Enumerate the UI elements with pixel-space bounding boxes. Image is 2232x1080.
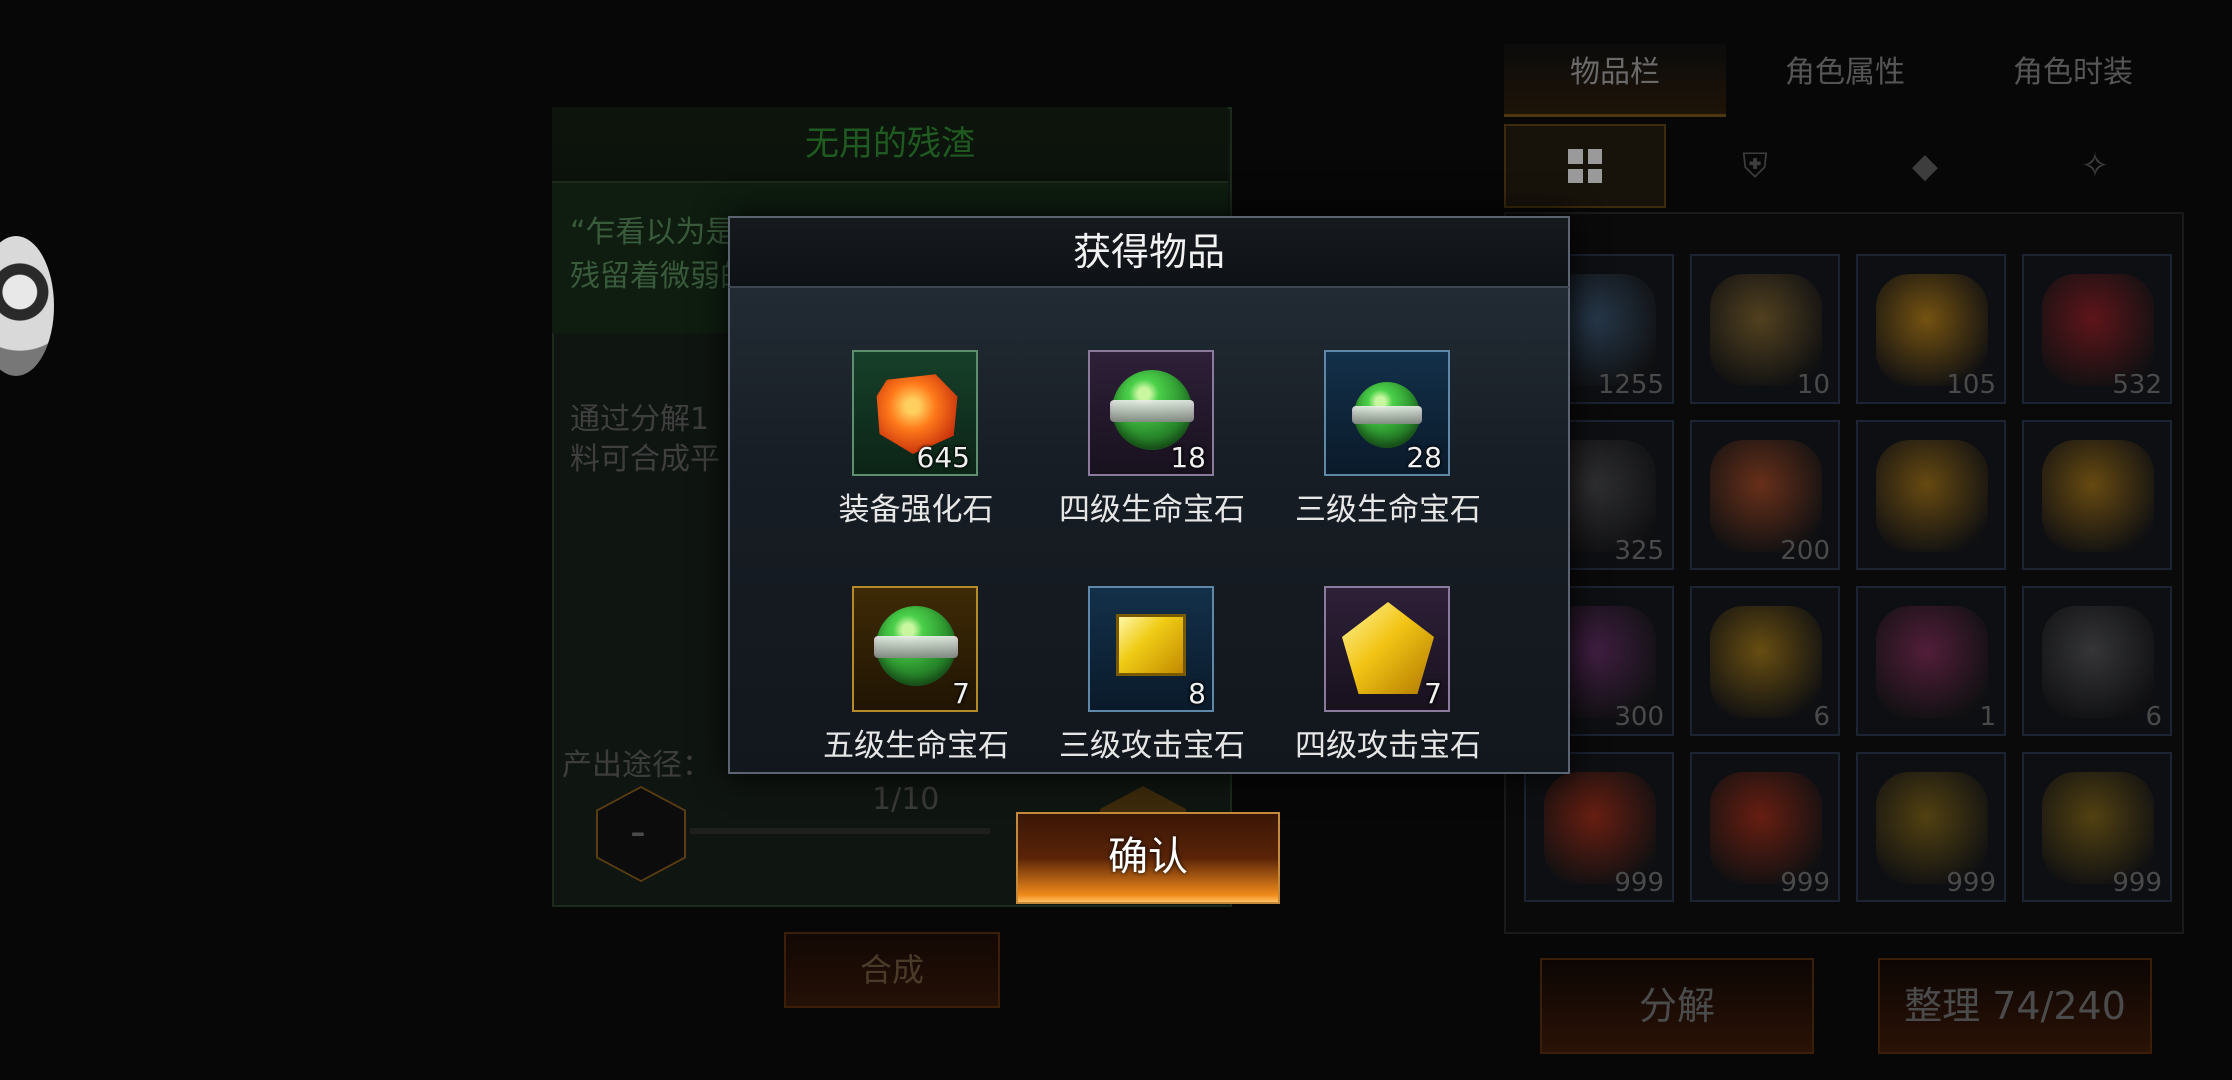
filter-all-button[interactable]	[1504, 124, 1666, 208]
reward-name: 装备强化石	[838, 492, 994, 528]
item-count: 10	[1796, 370, 1830, 400]
minus-icon: -	[630, 806, 646, 857]
reward-count: 28	[1406, 441, 1442, 474]
confirm-button[interactable]: 确认	[1016, 812, 1280, 904]
reward-item-frame: 645	[852, 350, 978, 476]
item-count: 999	[1614, 868, 1664, 898]
inventory-slot[interactable]: 1	[1856, 586, 2006, 736]
sort-button[interactable]: 整理 74/240	[1878, 958, 2152, 1054]
item-count: 6	[1813, 702, 1830, 732]
item-count: 325	[1614, 536, 1664, 566]
armor-icon: ⛨	[1742, 146, 1768, 186]
item-icon	[1876, 606, 1988, 718]
item-icon	[1876, 440, 1988, 552]
item-icon	[2042, 606, 2154, 718]
reward-name: 四级攻击宝石	[1295, 728, 1481, 764]
inventory-slot[interactable]: 999	[2022, 752, 2172, 902]
item-info-title: 无用的残渣	[552, 107, 1228, 183]
craft-button[interactable]: 合成	[784, 932, 1000, 1008]
reward-item-frame: 8	[1088, 586, 1214, 712]
quantity-slider[interactable]	[690, 828, 990, 834]
reward-count: 8	[1188, 677, 1206, 710]
tab-character-fashion[interactable]: 角色时装	[1962, 44, 2184, 114]
inventory-grid: 1255 10 105 532 325 200 300 6 1 6 999 999 999 999	[1504, 212, 2184, 934]
inventory-slot[interactable]: 999	[1856, 752, 2006, 902]
tab-inventory[interactable]: 物品栏	[1504, 44, 1726, 117]
quantity-value: 1/10	[872, 782, 940, 817]
inventory-slot[interactable]: 532	[2022, 254, 2172, 404]
reward-name: 三级生命宝石	[1295, 492, 1481, 528]
filter-gem-button[interactable]: ◆	[1844, 124, 2006, 208]
item-count: 300	[1614, 702, 1664, 732]
inventory-slot[interactable]	[2022, 420, 2172, 570]
reward-count: 18	[1170, 441, 1206, 474]
inventory-slot[interactable]: 105	[1856, 254, 2006, 404]
panda-avatar[interactable]	[0, 236, 54, 376]
life-gem-icon	[1352, 382, 1422, 448]
reward-item-frame: 7	[1324, 586, 1450, 712]
reward-name: 三级攻击宝石	[1059, 728, 1245, 764]
reward-count: 645	[916, 441, 970, 474]
item-count: 1	[1979, 702, 1996, 732]
life-gem-icon	[1110, 370, 1194, 450]
inventory-slot[interactable]: 10	[1690, 254, 1840, 404]
tab-character-attributes[interactable]: 角色属性	[1734, 44, 1956, 114]
reward-name: 五级生命宝石	[823, 728, 1009, 764]
filter-armor-button[interactable]: ⛨	[1674, 124, 1836, 208]
reward-item-frame: 7	[852, 586, 978, 712]
reward-name: 四级生命宝石	[1059, 492, 1245, 528]
reward-item-frame: 18	[1088, 350, 1214, 476]
filter-misc-button[interactable]: ✧	[2014, 124, 2176, 208]
gem-icon: ◆	[1911, 146, 1939, 186]
inventory-filters: ⛨ ◆ ✧	[1504, 124, 2184, 208]
attack-gem-pentagon-icon	[1342, 602, 1434, 694]
inventory-slot[interactable]: 999	[1690, 752, 1840, 902]
inventory-slot[interactable]: 200	[1690, 420, 1840, 570]
reward-count: 7	[952, 677, 970, 710]
item-count: 105	[1946, 370, 1996, 400]
item-icon	[2042, 440, 2154, 552]
reward-item-frame: 28	[1324, 350, 1450, 476]
reward-dialog-title: 获得物品	[728, 216, 1570, 288]
reward-count: 7	[1424, 677, 1442, 710]
item-count: 999	[2112, 868, 2162, 898]
inventory-tabs: 物品栏 角色属性 角色时装	[1504, 44, 2184, 117]
decompose-button[interactable]: 分解	[1540, 958, 1814, 1054]
item-icon	[1710, 606, 1822, 718]
grid-icon	[1568, 149, 1602, 183]
item-count: 1255	[1597, 370, 1664, 400]
misc-icon: ✧	[2080, 146, 2110, 186]
life-gem-icon	[874, 606, 958, 686]
item-count: 6	[2145, 702, 2162, 732]
inventory-slot[interactable]	[1856, 420, 2006, 570]
item-count: 999	[1946, 868, 1996, 898]
inventory-slot[interactable]: 6	[1690, 586, 1840, 736]
inventory-slot[interactable]: 999	[1524, 752, 1674, 902]
attack-gem-square-icon	[1116, 614, 1186, 676]
inventory-slot[interactable]: 6	[2022, 586, 2172, 736]
item-count: 999	[1780, 868, 1830, 898]
item-count: 532	[2112, 370, 2162, 400]
item-count: 200	[1780, 536, 1830, 566]
source-label: 产出途径：	[562, 748, 712, 783]
